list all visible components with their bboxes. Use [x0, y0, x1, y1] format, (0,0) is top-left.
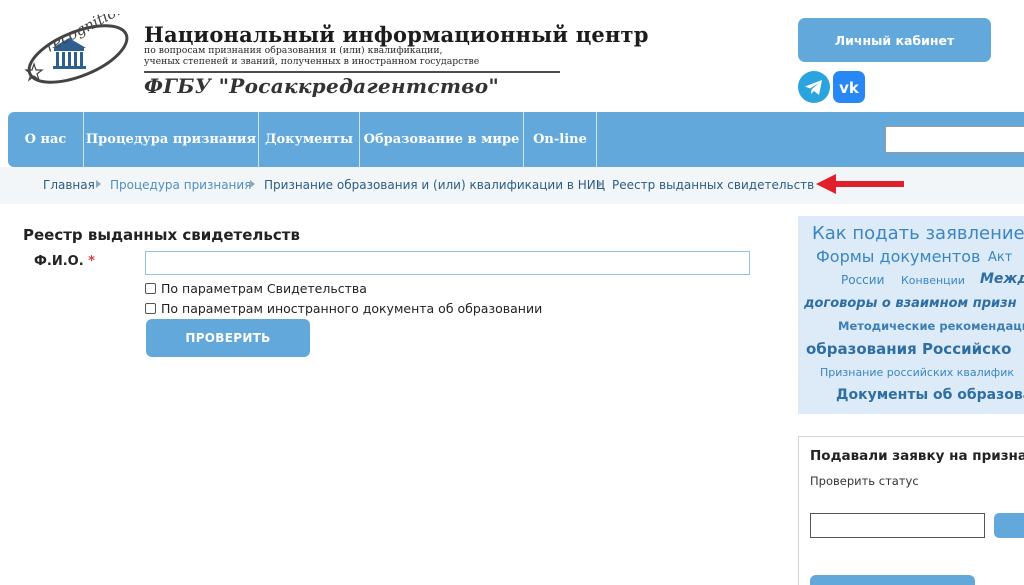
- tag-link[interactable]: России: [841, 273, 884, 287]
- fio-label-text: Ф.И.О.: [34, 254, 84, 269]
- tag-link[interactable]: Межд: [980, 271, 1024, 287]
- status-number-input[interactable]: [810, 513, 985, 538]
- checkbox-label: По параметрам иностранного документа об …: [161, 300, 543, 316]
- checkbox[interactable]: [145, 282, 156, 294]
- breadcrumb-separator-icon: [250, 180, 255, 188]
- status-check-box: Подавали заявку на призна Проверить стат…: [798, 436, 1024, 585]
- status-check-button[interactable]: [994, 513, 1024, 538]
- site-title: Национальный информационный центр: [144, 22, 649, 47]
- site-subtitle: по вопросам признания образования и (или…: [144, 45, 564, 67]
- red-arrow-icon: [816, 174, 904, 194]
- nav-item-procedure[interactable]: Процедура признания: [84, 112, 258, 167]
- org-name: ФГБУ "Росаккредагентство": [144, 74, 500, 98]
- tag-link[interactable]: Документы об образова: [836, 387, 1024, 403]
- tag-link[interactable]: Признание российских квалифик: [820, 366, 1014, 379]
- main-nav: О нас Процедура признания Документы Обра…: [8, 112, 1024, 167]
- tag-link[interactable]: Методические рекомендаци: [838, 319, 1024, 333]
- nav-item-documents[interactable]: Документы: [259, 112, 359, 167]
- nav-divider: [596, 112, 597, 167]
- recognition-logo[interactable]: recognition: [22, 14, 134, 92]
- telegram-icon[interactable]: [798, 71, 830, 103]
- fio-label: Ф.И.О. *: [34, 254, 95, 269]
- checkbox-foreign-doc-params[interactable]: По параметрам иностранного документа об …: [145, 300, 542, 316]
- required-mark: *: [88, 254, 95, 269]
- tag-cloud: Как подать заявление о Формы документов …: [798, 216, 1024, 414]
- check-button[interactable]: ПРОВЕРИТЬ: [146, 319, 310, 357]
- nav-search-input[interactable]: [885, 126, 1024, 153]
- checkbox-label: По параметрам Свидетельства: [161, 280, 367, 296]
- nav-item-about[interactable]: О нас: [8, 112, 83, 167]
- nav-item-online[interactable]: On-line: [524, 112, 596, 167]
- vk-icon[interactable]: vk: [833, 71, 865, 103]
- breadcrumb-separator-icon: [96, 180, 101, 188]
- breadcrumb-current: Реестр выданных свидетельств: [612, 178, 815, 192]
- breadcrumb-separator-icon: [598, 180, 603, 188]
- tag-link[interactable]: образования Российско: [806, 340, 1011, 358]
- fio-input[interactable]: [145, 251, 750, 275]
- tag-link[interactable]: Акт: [988, 250, 1012, 265]
- subtitle-line-1: по вопросам признания образования и (или…: [144, 45, 443, 56]
- nav-item-education-world[interactable]: Образование в мире: [360, 112, 523, 167]
- tag-link[interactable]: Конвенции: [901, 274, 965, 287]
- page-title: Реестр выданных свидетельств: [23, 226, 300, 244]
- breadcrumb-recognition[interactable]: Признание образования и (или) квалификац…: [264, 178, 605, 192]
- header-divider: [144, 71, 560, 73]
- personal-cabinet-button[interactable]: Личный кабинет: [798, 18, 991, 62]
- tag-link[interactable]: Как подать заявление о: [812, 223, 1024, 244]
- status-box-subtitle: Проверить статус: [810, 474, 919, 488]
- breadcrumb-procedure[interactable]: Процедура признания: [110, 178, 251, 192]
- logo-text: recognition: [42, 14, 127, 56]
- subtitle-line-2: ученых степеней и званий, полученных в и…: [144, 56, 480, 67]
- breadcrumb-home[interactable]: Главная: [43, 178, 95, 192]
- status-secondary-button[interactable]: [810, 575, 975, 585]
- status-box-title: Подавали заявку на призна: [810, 448, 1024, 464]
- checkbox[interactable]: [145, 302, 156, 314]
- svg-text:vk: vk: [839, 79, 860, 97]
- checkbox-certificate-params[interactable]: По параметрам Свидетельства: [145, 280, 367, 296]
- tag-link[interactable]: договоры о взаимном призн: [804, 296, 1017, 311]
- tag-link[interactable]: Формы документов: [816, 247, 980, 266]
- site-header: recognition Национальный информационный …: [0, 0, 1024, 112]
